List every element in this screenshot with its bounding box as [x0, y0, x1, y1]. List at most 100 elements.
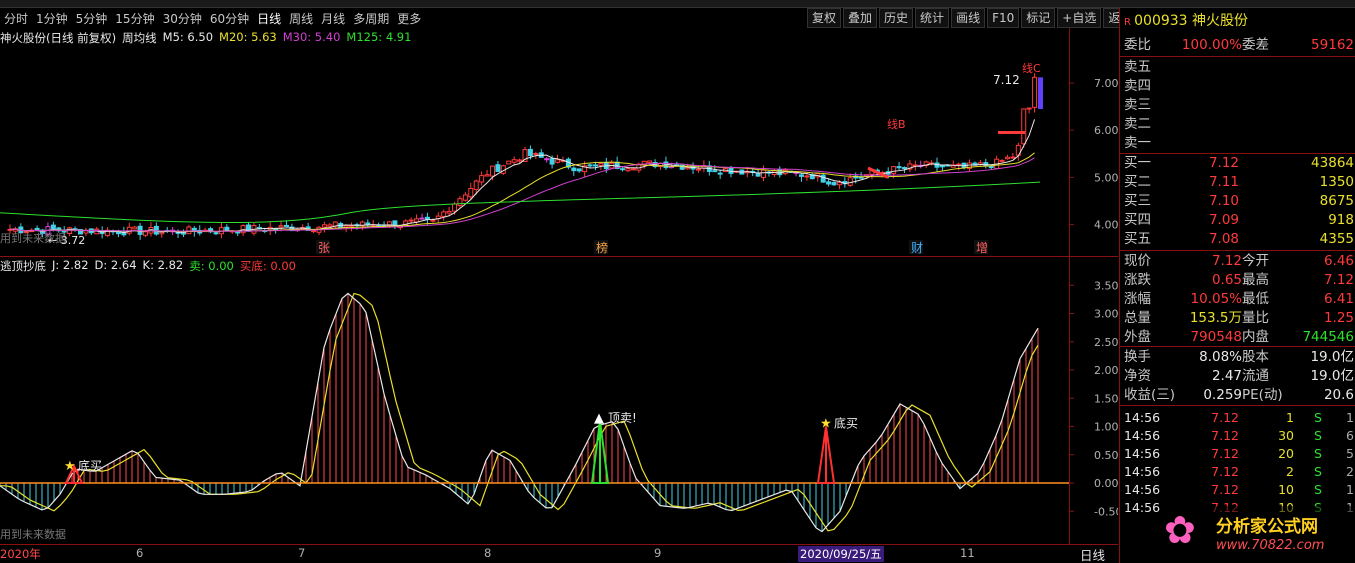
candle: [804, 175, 810, 178]
stock-code: 000933: [1134, 13, 1193, 29]
indicator-chart[interactable]: 3.503.002.502.001.501.000.500.00-0.50★底买…: [0, 274, 1118, 542]
candle: [457, 198, 463, 206]
row-label: 涨幅: [1124, 291, 1151, 307]
candle: [533, 152, 539, 155]
timeframe-10[interactable]: 更多: [393, 10, 425, 27]
tick-side: S: [1314, 410, 1322, 425]
candle: [663, 161, 669, 169]
candle: [858, 176, 864, 179]
tool-button-7[interactable]: +自选: [1057, 8, 1102, 28]
candle: [592, 164, 598, 167]
timeframe-8[interactable]: 月线: [317, 10, 349, 27]
ind-tick: 1.50: [1094, 392, 1118, 405]
buy-volume: 8675: [1319, 193, 1354, 209]
candle: [891, 166, 897, 174]
row-value: 8.08%: [1199, 349, 1242, 365]
tick-count: 2: [1346, 464, 1354, 479]
row-label: 委比: [1124, 37, 1151, 53]
watermark-title: 分析家公式网: [1216, 517, 1318, 537]
tick-time: 14:56: [1124, 428, 1161, 443]
stat-row: 总量 153.5万 量比 1.25: [1124, 309, 1354, 328]
tool-button-6[interactable]: 标记: [1021, 8, 1056, 28]
signal-label: 底买: [834, 416, 858, 431]
buy-volume: 43864: [1311, 155, 1354, 171]
tick-side: S: [1314, 482, 1322, 497]
event-marker[interactable]: 财: [911, 241, 923, 255]
tick-volume: 2: [1286, 464, 1294, 479]
candle: [511, 159, 517, 163]
candle: [798, 174, 804, 177]
candle: [755, 173, 761, 177]
date-label: 7: [298, 546, 306, 560]
event-marker[interactable]: 张: [318, 241, 330, 255]
axis-divider: [1069, 28, 1070, 544]
candle: [489, 165, 495, 177]
row-label: 总量: [1124, 310, 1151, 326]
timeframe-3[interactable]: 15分钟: [111, 10, 158, 27]
candle: [414, 218, 420, 223]
timeframe-5[interactable]: 60分钟: [206, 10, 253, 27]
tool-button-0[interactable]: 复权: [807, 8, 842, 28]
candle: [826, 181, 832, 185]
candle: [278, 225, 284, 228]
tick-count: 6: [1346, 428, 1354, 443]
buy-price: 7.09: [1208, 212, 1239, 228]
row-value: 7.12: [1211, 253, 1242, 269]
future-data-note: 用到未来数据: [0, 527, 66, 541]
stock-name: 神火股份: [1192, 13, 1249, 29]
row-label2: 股本: [1242, 349, 1269, 365]
period-label[interactable]: 日线: [1080, 545, 1105, 563]
candle: [939, 165, 945, 168]
date-label: 2020/09/25/五: [798, 546, 884, 562]
tool-button-4[interactable]: 画线: [951, 8, 986, 28]
candle: [1010, 156, 1016, 159]
event-marker[interactable]: 增: [976, 241, 988, 255]
timeframe-1[interactable]: 1分钟: [32, 10, 72, 27]
tick-volume: 20: [1278, 446, 1294, 461]
tool-button-3[interactable]: 统计: [915, 8, 950, 28]
tick-price: 7.12: [1211, 428, 1239, 443]
candle: [896, 166, 902, 169]
timeframe-9[interactable]: 多周期: [349, 10, 393, 27]
candle: [587, 164, 593, 167]
tick-row: 14:56 7.12 10 S 1: [1124, 480, 1354, 499]
candle: [598, 163, 604, 166]
row-label2: 今开: [1242, 253, 1269, 269]
panel-divider: [0, 256, 1118, 257]
tool-button-2[interactable]: 历史: [879, 8, 914, 28]
date-label: 6: [136, 546, 144, 560]
candle: [988, 165, 994, 169]
candle: [408, 219, 414, 222]
row-value: 10.05%: [1190, 291, 1242, 307]
candlestick-chart[interactable]: 7.006.005.004.007.12← 3.72线B线C用到未来数据张榜财增: [0, 28, 1118, 258]
date-axis: 2020年 6 7 8 9 2020/09/25/五 11 日线: [0, 544, 1118, 563]
candle: [50, 224, 56, 230]
row-value: 0.65: [1211, 272, 1242, 288]
high-price-label: 7.12: [993, 73, 1020, 87]
sell-label: 卖四: [1124, 78, 1151, 94]
tool-buttons: 复权叠加历史统计画线F10标记+自选返回: [805, 8, 1138, 28]
row-value2: 19.0亿: [1310, 349, 1354, 365]
candle: [555, 159, 561, 163]
candle: [517, 159, 523, 162]
watermark: ✿ 分析家公式网 www.70822.com: [1160, 506, 1355, 562]
buy-price: 7.12: [1208, 155, 1239, 171]
candle: [625, 168, 631, 172]
timeframe-0[interactable]: 分时: [0, 10, 32, 27]
tool-button-1[interactable]: 叠加: [843, 8, 878, 28]
timeframe-2[interactable]: 5分钟: [72, 10, 112, 27]
ma-line-0: [9, 119, 1036, 234]
timeframe-7[interactable]: 周线: [285, 10, 317, 27]
price-tick: 7.00: [1094, 77, 1118, 90]
tick-row: 14:56 7.12 20 S 5: [1124, 444, 1354, 463]
timeframe-4[interactable]: 30分钟: [159, 10, 206, 27]
timeframe-6[interactable]: 日线: [253, 10, 285, 27]
event-marker[interactable]: 榜: [596, 240, 608, 255]
ind-tick: 0.50: [1094, 449, 1118, 462]
tool-button-5[interactable]: F10: [987, 8, 1020, 28]
candle: [630, 168, 636, 171]
order-ratio-row: 委比 100.00% 委差 59162: [1124, 36, 1354, 55]
ind-tick: 2.50: [1094, 336, 1118, 349]
candle: [452, 203, 458, 212]
future-data-note: 用到未来数据: [0, 231, 66, 245]
